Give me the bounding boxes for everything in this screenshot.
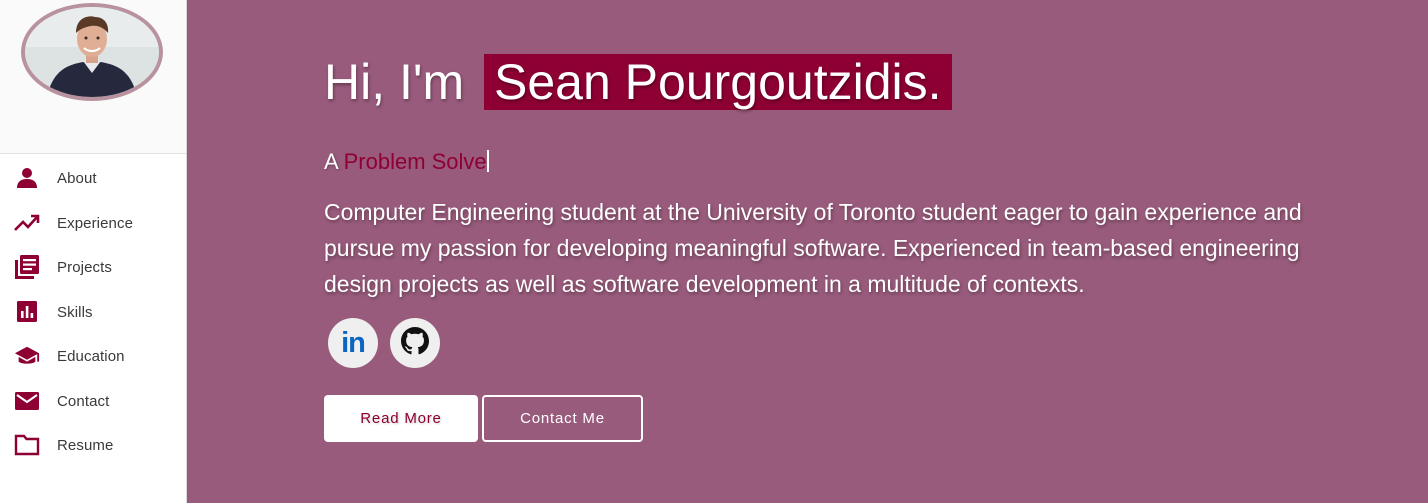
tagline-role: Problem Solve bbox=[343, 149, 487, 174]
sidebar-item-label: Education bbox=[57, 347, 125, 365]
sidebar-item-education[interactable]: Education bbox=[0, 336, 186, 376]
github-icon bbox=[401, 326, 429, 360]
sidebar-item-label: Projects bbox=[57, 258, 112, 276]
page: About Experience Projects Skills Educati… bbox=[0, 0, 1428, 503]
sidebar-item-label: Experience bbox=[57, 214, 134, 232]
linkedin-icon: in bbox=[341, 326, 366, 359]
sidebar-item-label: Skills bbox=[57, 303, 93, 321]
hero-section: Hi, I'm Sean Pourgoutzidis. A Problem So… bbox=[187, 0, 1428, 503]
tagline-prefix: A bbox=[324, 149, 338, 174]
mail-icon bbox=[14, 388, 40, 414]
avatar bbox=[21, 3, 163, 101]
github-button[interactable] bbox=[390, 318, 440, 368]
sidebar-item-resume[interactable]: Resume bbox=[0, 425, 186, 465]
hero-name: Sean Pourgoutzidis. bbox=[484, 54, 952, 110]
hero-greeting: Hi, I'm bbox=[324, 54, 465, 110]
linkedin-button[interactable]: in bbox=[328, 318, 378, 368]
library-books-icon bbox=[14, 254, 40, 280]
contact-me-button[interactable]: Contact Me bbox=[482, 395, 643, 442]
avatar-container bbox=[0, 0, 186, 154]
sidebar-item-skills[interactable]: Skills bbox=[0, 292, 186, 332]
folder-icon bbox=[14, 432, 40, 458]
bar-chart-icon bbox=[14, 299, 40, 325]
hero-tagline: A Problem Solve bbox=[324, 147, 489, 177]
person-icon bbox=[14, 165, 40, 191]
sidebar-item-projects[interactable]: Projects bbox=[0, 247, 186, 287]
read-more-button[interactable]: Read More bbox=[324, 395, 478, 442]
typing-caret bbox=[486, 150, 489, 172]
sidebar-item-about[interactable]: About bbox=[0, 158, 186, 198]
sidebar-item-label: Resume bbox=[57, 436, 114, 454]
hero-headline: Hi, I'm Sean Pourgoutzidis. bbox=[324, 50, 952, 114]
sidebar-item-label: Contact bbox=[57, 392, 110, 410]
hero-bio: Computer Engineering student at the Univ… bbox=[324, 199, 1302, 297]
sidebar: About Experience Projects Skills Educati… bbox=[0, 0, 187, 503]
sidebar-item-label: About bbox=[57, 169, 97, 187]
sidebar-item-contact[interactable]: Contact bbox=[0, 381, 186, 421]
trending-up-icon bbox=[14, 210, 40, 236]
graduation-cap-icon bbox=[14, 343, 40, 369]
sidebar-item-experience[interactable]: Experience bbox=[0, 203, 186, 243]
